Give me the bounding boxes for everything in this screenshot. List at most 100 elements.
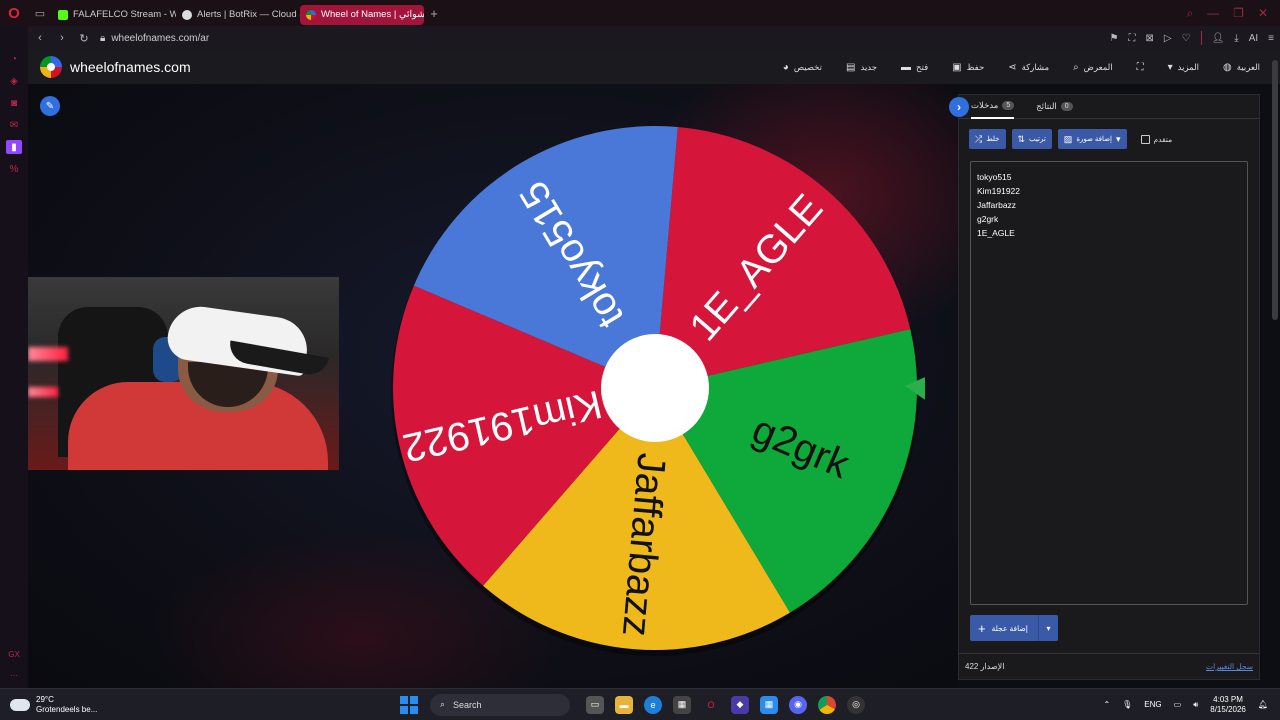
mail-icon[interactable]: ✉	[6, 118, 22, 132]
menu-language[interactable]: ◍ العربية	[1213, 62, 1270, 73]
menu-customize[interactable]: ◕ تخصيص	[773, 62, 832, 73]
menu-share[interactable]: ⋖ مشاركة	[998, 62, 1059, 73]
spin-wheel[interactable]: 1E_AGLEg2grkJaffarbazzKim191922tokyo515	[385, 118, 925, 658]
system-tray: ⌃ 🎙︎ ENG ▭ 🔊︎ 4:03 PM 8/15/2026 🔔︎	[1103, 695, 1280, 715]
entry-line: Jaffarbazz	[977, 200, 1017, 210]
fullscreen-icon: ⛶	[1136, 61, 1144, 73]
entries-textarea[interactable]: tokyo515 Kim191922 Jaffarbazz g2grk 1E_AGLE	[970, 161, 1248, 605]
opera-sidebar: ◔ ◈ ◙ ✉ ▮ % GX ⋯	[0, 26, 28, 688]
tab-label: Wheel of Names | العشوائي	[321, 9, 424, 20]
cloud-icon	[10, 698, 30, 711]
menu-fullscreen[interactable]: ⛶	[1127, 62, 1154, 73]
save-icon: ▣	[952, 61, 962, 73]
tab-menu-icon[interactable]: ▭	[28, 0, 52, 26]
aria-icon[interactable]: ◔	[6, 52, 22, 66]
tab-entries[interactable]: مدخلات 5	[971, 95, 1015, 119]
windows-start-icon[interactable]	[400, 695, 418, 714]
wheel-hub[interactable]	[601, 334, 709, 442]
chevron-up-icon[interactable]: ⌃	[1103, 700, 1110, 709]
tab-botrix[interactable]: Alerts | BotRix — Cloud St	[176, 5, 300, 25]
store-icon[interactable]: ▦	[673, 695, 691, 714]
reload-icon[interactable]: ↻	[78, 32, 90, 45]
gx-icon[interactable]: GX	[8, 650, 20, 659]
adblock-icon[interactable]: ⊠	[1146, 33, 1154, 44]
opera-gx-icon[interactable]: O	[702, 696, 720, 714]
tab-results[interactable]: النتائج 0	[1036, 95, 1073, 119]
network-icon[interactable]: ▭	[1174, 700, 1182, 709]
task-view-icon[interactable]: ▭	[586, 695, 604, 714]
page-scrollbar[interactable]	[1272, 60, 1278, 320]
plus-icon: +	[978, 620, 986, 636]
entries-count-badge: 5	[1002, 101, 1015, 110]
shuffle-icon: ⤮	[975, 133, 983, 144]
menu-open[interactable]: ▬ فتح	[891, 62, 938, 73]
add-wheel-button[interactable]: + إضافة عجلة ▾	[970, 615, 1058, 641]
discord-icon[interactable]: ◉	[789, 695, 807, 714]
results-count-badge: 0	[1060, 102, 1073, 111]
heart-icon[interactable]: ♡	[1182, 33, 1191, 44]
more-icon[interactable]: ⋯	[10, 671, 18, 680]
url-text: wheelofnames.com/ar	[111, 32, 210, 44]
volume-icon[interactable]: 🔊︎	[1193, 700, 1198, 710]
profile-icon[interactable]: 👤︎	[1212, 33, 1225, 44]
sort-button[interactable]: ⇅ ترتيب	[1011, 129, 1052, 149]
new-tab-button[interactable]: +	[424, 6, 444, 21]
taskbar-apps: ▭ ▬ e ▦ O ◆ ▦ ◉ ◎	[586, 695, 865, 714]
menu-gallery[interactable]: ⌕ المعرض	[1063, 62, 1123, 73]
minimize-icon[interactable]: —	[1207, 6, 1219, 21]
windows-app-icon[interactable]: ▦	[760, 695, 778, 714]
site-title[interactable]: wheelofnames.com	[70, 59, 191, 75]
url-field[interactable]: 🔒︎ wheelofnames.com/ar	[100, 33, 209, 44]
entry-line: 1E_AGLE	[977, 228, 1015, 238]
lock-icon: 🔒︎	[100, 32, 106, 44]
wheel-logo-icon[interactable]	[40, 56, 62, 78]
add-image-button[interactable]: ▨ إضافة صورة ▾	[1057, 129, 1127, 149]
notification-bell-icon[interactable]: 🔔︎	[1258, 700, 1268, 709]
app-icon[interactable]: ◆	[731, 695, 749, 714]
changelog-link[interactable]: سجل التغييرات	[1206, 662, 1253, 671]
twitch-icon[interactable]: ▮	[6, 140, 22, 154]
messenger-icon[interactable]: ◙	[6, 96, 22, 110]
extension-icon[interactable]: %	[6, 162, 22, 176]
shuffle-button[interactable]: ⤮ خلط	[969, 129, 1006, 149]
obs-icon[interactable]: ◎	[847, 695, 865, 714]
address-bar: ‹ › ↻ 🔒︎ wheelofnames.com/ar ⚑ ⛶ ⊠ ▷ ♡ 👤…	[28, 26, 1280, 50]
microphone-icon[interactable]: 🎙︎	[1122, 700, 1132, 709]
language-indicator[interactable]: ENG	[1144, 700, 1161, 709]
chrome-icon[interactable]	[818, 695, 836, 714]
webcam-overlay	[28, 277, 339, 470]
shopping-icon[interactable]: ◈	[6, 74, 22, 88]
menu-more[interactable]: ▾ المزيد	[1158, 62, 1209, 73]
panel-footer: الإصدار 422 سجل التغييرات	[959, 653, 1259, 679]
tab-wheel-of-names[interactable]: Wheel of Names | العشوائي	[300, 4, 424, 25]
back-icon[interactable]: ‹	[34, 32, 46, 44]
panel-tabs: › مدخلات 5 النتائج 0	[949, 95, 1259, 119]
ai-button[interactable]: AI	[1249, 33, 1258, 44]
play-icon[interactable]: ▷	[1164, 33, 1172, 44]
opera-logo-icon[interactable]: O	[0, 0, 28, 26]
collapse-panel-icon[interactable]: ›	[949, 97, 969, 117]
tab-falafelco[interactable]: FALAFELCO Stream - Watc	[52, 5, 176, 25]
menu-icon[interactable]: ≡	[1268, 33, 1274, 44]
snapshot-icon[interactable]: ⛶	[1129, 33, 1136, 44]
checkbox-box[interactable]	[1140, 134, 1150, 144]
taskbar-search[interactable]: ⌕ Search	[430, 693, 570, 716]
forward-icon[interactable]: ›	[56, 32, 68, 44]
caret-down-icon[interactable]: ▾	[1038, 615, 1058, 641]
menu-new[interactable]: ▤ جديد	[836, 62, 887, 73]
bookmark-icon[interactable]: ⚑	[1110, 33, 1119, 44]
download-icon[interactable]: ⤓	[1234, 33, 1238, 44]
edit-pencil-icon[interactable]: ✎	[40, 96, 60, 116]
menu-save[interactable]: ▣ حفظ	[942, 62, 994, 73]
advanced-checkbox[interactable]: متقدم	[1140, 134, 1172, 144]
webcam-light	[28, 347, 68, 361]
edge-icon[interactable]: e	[644, 695, 662, 714]
weather-widget[interactable]: 29°C Grotendeels be...	[0, 695, 400, 715]
search-icon[interactable]: ⌕	[1186, 6, 1193, 21]
close-icon[interactable]: ✕	[1258, 6, 1268, 21]
clock[interactable]: 4:03 PM 8/15/2026	[1210, 695, 1246, 715]
maximize-icon[interactable]: ❐	[1233, 6, 1244, 21]
entries-panel: › مدخلات 5 النتائج 0 ⤮ خلط ⇅ ترتيب ▨ إضافة …	[949, 94, 1260, 680]
search-icon: ⌕	[440, 699, 446, 709]
file-explorer-icon[interactable]: ▬	[615, 695, 633, 714]
